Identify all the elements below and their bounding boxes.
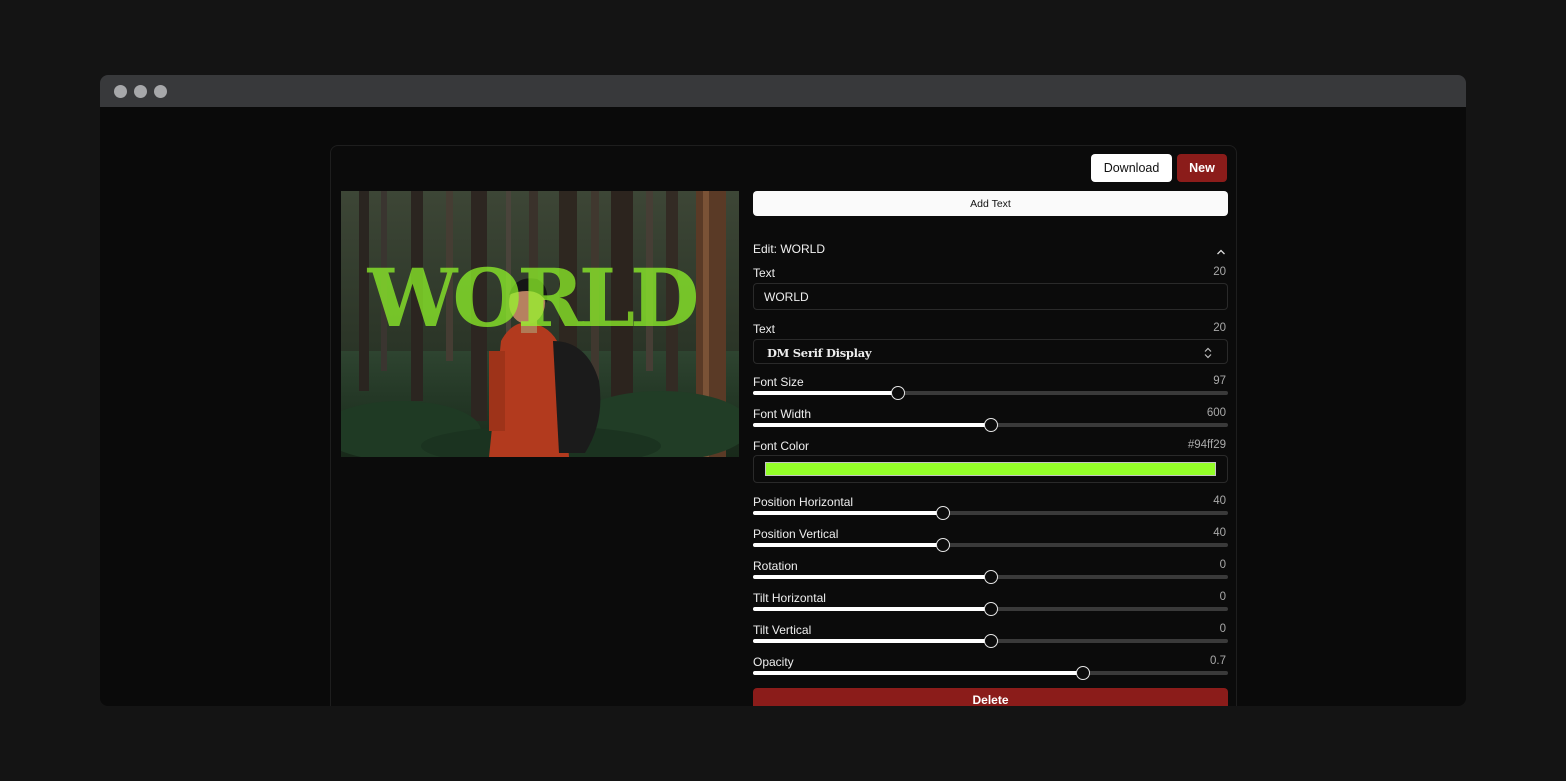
window-minimize-dot[interactable] [134, 85, 147, 98]
slider-fill [753, 639, 991, 643]
download-button[interactable]: Download [1091, 154, 1172, 182]
font-label: Text [753, 322, 776, 336]
delete-button[interactable]: Delete [753, 688, 1228, 706]
slider-thumb[interactable] [1076, 666, 1091, 680]
new-button[interactable]: New [1177, 154, 1227, 182]
add-text-button[interactable]: Add Text [753, 191, 1228, 216]
position-vertical-slider[interactable] [753, 538, 1228, 552]
text-label: Text [753, 266, 776, 280]
editor-panel: Download New WORLD Add Text Edit: WORLD … [330, 145, 1237, 706]
color-swatch[interactable] [765, 462, 1216, 476]
controls-panel: Add Text Edit: WORLD Text 20 Text 20 [753, 191, 1228, 706]
slider-fill [753, 391, 898, 395]
position-horizontal-slider[interactable] [753, 506, 1228, 520]
image-preview: WORLD [341, 191, 739, 457]
rotation-slider[interactable] [753, 570, 1228, 584]
edit-section-header[interactable]: Edit: WORLD [753, 240, 1228, 256]
slider-thumb[interactable] [936, 506, 950, 520]
slider-thumb[interactable] [890, 386, 905, 400]
opacity-slider[interactable] [753, 666, 1228, 680]
font-width-slider[interactable] [753, 418, 1228, 432]
font-color-row: Font Color #94ff29 [753, 439, 1228, 453]
font-select-value: DM Serif Display [767, 346, 872, 360]
browser-window: Download New WORLD Add Text Edit: WORLD … [100, 75, 1466, 706]
slider-thumb[interactable] [983, 634, 998, 648]
slider-fill [753, 671, 1084, 675]
font-size-slider[interactable] [753, 386, 1228, 400]
slider-thumb[interactable] [936, 538, 950, 552]
text-input[interactable] [754, 284, 1227, 309]
text-field[interactable] [753, 283, 1228, 310]
window-titlebar [100, 75, 1466, 107]
edit-section-title: Edit: WORLD [753, 242, 826, 256]
slider-fill [753, 543, 943, 547]
slider-fill [753, 511, 943, 515]
chevron-up-down-icon [1203, 346, 1213, 364]
tilt-horizontal-slider[interactable] [753, 602, 1228, 616]
slider-fill [753, 423, 991, 427]
slider-fill [753, 607, 991, 611]
text-count: 20 [1213, 266, 1226, 278]
font-row: Text 20 [753, 322, 1228, 336]
font-color-picker[interactable] [753, 455, 1228, 483]
window-close-dot[interactable] [114, 85, 127, 98]
slider-fill [753, 575, 991, 579]
slider-thumb[interactable] [983, 570, 998, 584]
slider-thumb[interactable] [983, 602, 998, 616]
window-maximize-dot[interactable] [154, 85, 167, 98]
overlay-text[interactable]: WORLD [341, 251, 721, 345]
font-color-value: #94ff29 [1187, 439, 1226, 451]
tilt-vertical-slider[interactable] [753, 634, 1228, 648]
chevron-up-icon[interactable] [1216, 243, 1226, 261]
slider-thumb[interactable] [983, 418, 998, 432]
font-color-label: Font Color [753, 439, 810, 453]
font-count: 20 [1213, 322, 1226, 334]
text-row: Text 20 [753, 266, 1228, 280]
font-select[interactable]: DM Serif Display [753, 339, 1228, 364]
